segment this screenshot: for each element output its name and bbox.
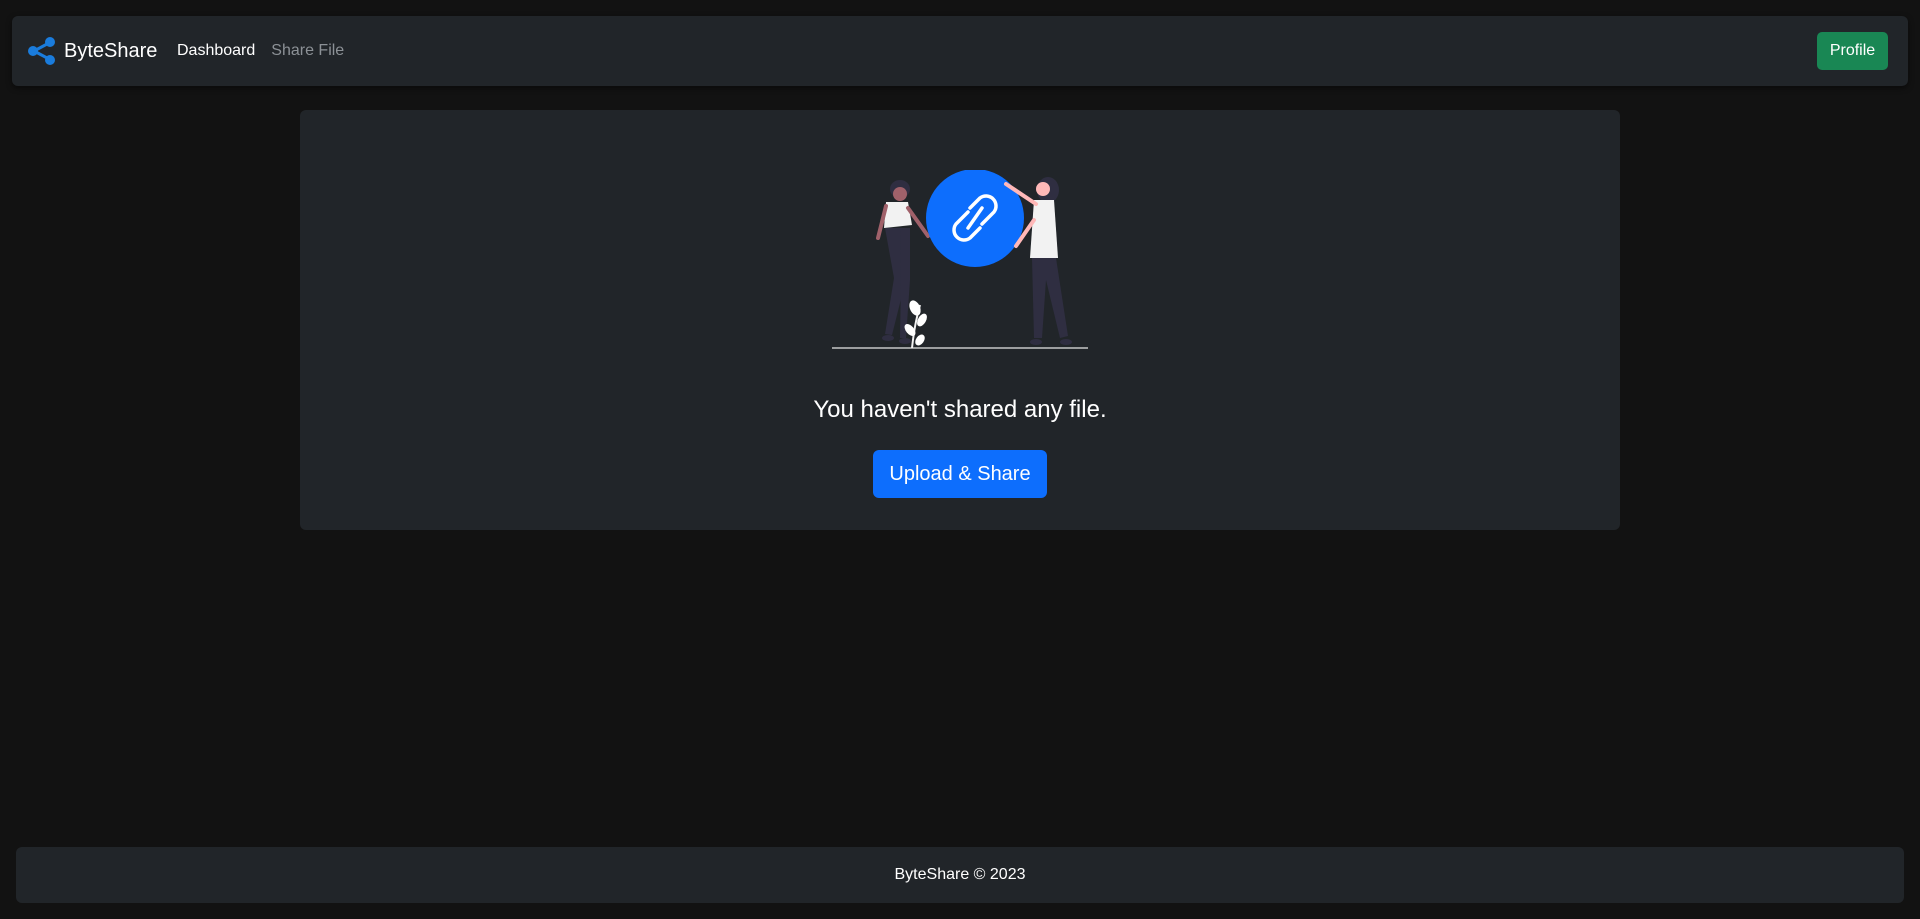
- footer-copyright: ByteShare © 2023: [894, 866, 1026, 883]
- empty-state-message: You haven't shared any file.: [813, 396, 1107, 423]
- empty-state-card: You haven't shared any file. Upload & Sh…: [300, 110, 1620, 530]
- share-illustration: [832, 170, 1088, 349]
- upload-share-button[interactable]: Upload & Share: [873, 450, 1047, 498]
- brand-name: ByteShare: [64, 39, 158, 62]
- profile-button[interactable]: Profile: [1817, 32, 1888, 70]
- nav-link-share-file[interactable]: Share File: [271, 42, 344, 60]
- nav-link-dashboard[interactable]: Dashboard: [177, 42, 255, 60]
- footer: ByteShare © 2023: [16, 847, 1904, 903]
- nav-links: Dashboard Share File: [177, 16, 360, 86]
- brand-link[interactable]: ByteShare: [26, 16, 157, 86]
- share-icon: [28, 37, 55, 65]
- navbar: ByteShare Dashboard Share File Profile: [12, 16, 1908, 86]
